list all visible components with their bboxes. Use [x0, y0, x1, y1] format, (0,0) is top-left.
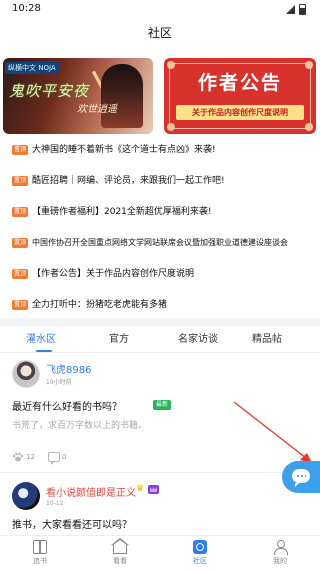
banner-brand-tag: 纵横中文 NOJA — [5, 62, 59, 74]
banner-novel-promo[interactable]: 纵横中文 NOJA 鬼吹平安夜 欢世逍遥 — [3, 58, 153, 134]
nav-label: 社区 — [193, 557, 207, 565]
signal-icon — [286, 5, 295, 14]
like-count: 12 — [26, 453, 35, 461]
pinned-badge: 置顶 — [12, 269, 29, 279]
home-icon — [111, 538, 129, 554]
status-time: 10:28 — [12, 3, 41, 14]
post-card[interactable]: 飞虎8986 19小时前 最近有什么好看的书吗？ 最新 书荒了，求百万字数以上的… — [0, 356, 320, 470]
notice-item[interactable]: 置顶 全力打听中：扮猪吃老虎能有多猪 — [0, 291, 320, 321]
status-bar: 10:28 — [0, 0, 320, 20]
user-icon — [273, 540, 288, 555]
avatar[interactable] — [12, 482, 40, 510]
section-divider — [0, 318, 320, 326]
new-badge: 最新 — [153, 400, 172, 410]
crown-icon: ♛ — [136, 484, 145, 494]
post-time: 10-12 — [46, 500, 64, 507]
tab-interviews[interactable]: 名家访谈 — [178, 332, 218, 348]
banner-calligraphy-sub: 欢世逍遥 — [77, 104, 117, 115]
nav-item-profile[interactable]: 我的 — [240, 536, 320, 570]
active-tab-indicator — [36, 350, 52, 352]
pinned-badge: 置顶 — [12, 238, 29, 248]
notice-text: 【作者公告】关于作品内容创作尺度说明 — [32, 269, 195, 279]
pinned-badge: 置顶 — [12, 145, 29, 155]
notice-item[interactable]: 置顶 酷匠招聘｜网编、评论员，来跟我们一起工作吧! — [0, 167, 320, 197]
comment-count: 0 — [62, 453, 67, 461]
corner-dot — [305, 123, 313, 131]
forum-tabs: 灌水区 官方 名家访谈 精品帖 — [0, 327, 320, 353]
nav-item-bookshelf[interactable]: 追书 — [0, 536, 80, 570]
nav-label: 追书 — [33, 557, 47, 565]
nav-label: 我的 — [273, 557, 287, 565]
notice-item[interactable]: 置顶 【重磅作者福利】2021全新超优厚福利来袭! — [0, 198, 320, 228]
community-icon — [193, 540, 207, 554]
post-username[interactable]: 看小说颜值即是正义 — [46, 484, 136, 499]
nav-item-browse[interactable]: 看看 — [80, 536, 160, 570]
post-title[interactable]: 最近有什么好看的书吗？ — [12, 398, 122, 413]
character-illustration — [101, 64, 143, 128]
page-header: 社区 — [0, 20, 320, 46]
paw-like-icon[interactable] — [12, 452, 24, 462]
notice-item[interactable]: 置顶 【作者公告】关于作品内容创作尺度说明 — [0, 260, 320, 290]
chat-float-button[interactable] — [282, 461, 320, 493]
banner-carousel: 纵横中文 NOJA 鬼吹平安夜 欢世逍遥 作者公告 关于作品内容创作尺度说明 — [0, 58, 320, 134]
notice-item[interactable]: 置顶 大神国的睡不着新书《这个道士有点凶》来袭! — [0, 136, 320, 166]
post-title[interactable]: 推书，大家看看还可以吗？ — [12, 516, 132, 531]
pinned-badge: 置顶 — [12, 300, 29, 310]
nav-label: 看看 — [113, 557, 127, 565]
banner-subtitle: 关于作品内容创作尺度说明 — [176, 105, 304, 120]
avatar[interactable] — [12, 360, 40, 388]
post-excerpt: 书荒了，求百万字数以上的书籍。 — [12, 421, 148, 431]
chat-dots-icon — [296, 475, 306, 477]
banner-title: 作者公告 — [197, 72, 282, 94]
vip-crown-icon — [148, 485, 159, 494]
notice-text: 全力打听中：扮猪吃老虎能有多猪 — [32, 300, 168, 310]
notice-text: 酷匠招聘｜网编、评论员，来跟我们一起工作吧! — [32, 176, 225, 186]
banner-author-notice[interactable]: 作者公告 关于作品内容创作尺度说明 — [164, 58, 316, 134]
nav-item-community[interactable]: 社区 — [160, 536, 240, 570]
page-title: 社区 — [147, 26, 172, 40]
bottom-nav: 追书 看看 社区 我的 — [0, 535, 320, 570]
battery-icon — [299, 4, 306, 15]
notice-item[interactable]: 置顶 中国作协召开全国重点网络文学网站联席会议暨加强职业道德建设座谈会 — [0, 229, 320, 259]
book-icon — [33, 540, 47, 554]
post-time: 19小时前 — [46, 379, 72, 386]
comment-icon[interactable] — [48, 452, 60, 465]
pinned-badge: 置顶 — [12, 176, 29, 186]
post-username[interactable]: 飞虎8986 — [46, 361, 91, 376]
tab-official[interactable]: 官方 — [109, 332, 129, 348]
pinned-badge: 置顶 — [12, 207, 29, 217]
notice-text: 中国作协召开全国重点网络文学网站联席会议暨加强职业道德建设座谈会 — [32, 238, 288, 247]
notice-text: 大神国的睡不着新书《这个道士有点凶》来袭! — [32, 145, 216, 155]
banner-calligraphy-title: 鬼吹平安夜 — [9, 82, 90, 100]
notice-text: 【重磅作者福利】2021全新超优厚福利来袭! — [32, 207, 212, 217]
post-divider — [0, 472, 320, 473]
tab-water-zone[interactable]: 灌水区 — [26, 332, 56, 348]
corner-dot — [167, 123, 175, 131]
tab-featured[interactable]: 精品帖 — [252, 332, 282, 348]
